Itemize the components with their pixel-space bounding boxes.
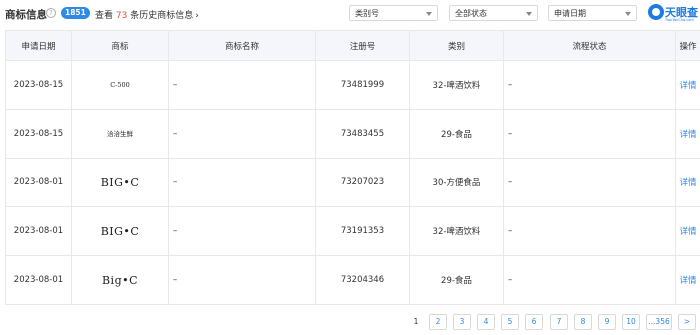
date-cell: 2023-08-01 — [5, 255, 72, 305]
trademark-image[interactable]: 洽洽生鲜 — [71, 108, 169, 159]
count-badge: 1851 — [61, 7, 90, 19]
name-cell: – — [168, 157, 316, 208]
section-title: 商标信息 — [5, 9, 47, 21]
trademark-table: 申请日期 商标 商标名称 注册号 类别 流程状态 操作 2023-08-15 C… — [5, 30, 700, 305]
date-cell: 2023-08-15 — [5, 108, 72, 159]
status-cell: – — [503, 108, 676, 159]
reg-number-cell: 73204346 — [315, 255, 410, 305]
table-row: 2023-08-01 BIG•C – 73191353 32-啤酒饮料 – 详情 — [5, 206, 700, 257]
category-cell: 29-食品 — [409, 255, 504, 305]
date-cell: 2023-08-01 — [5, 157, 72, 208]
name-cell: – — [168, 108, 316, 159]
column-header-name: 商标名称 — [168, 30, 316, 61]
category-filter-label: 类别号 — [355, 9, 379, 18]
status-filter-select[interactable]: 全部状态 — [449, 5, 538, 21]
reg-number-cell: 73191353 — [315, 206, 410, 257]
page-5-button[interactable]: 5 — [501, 314, 519, 330]
trademark-text: Big•C — [101, 273, 139, 287]
trademark-text: C-500 — [110, 80, 130, 89]
date-cell: 2023-08-15 — [5, 60, 72, 110]
page-10-button[interactable]: 10 — [622, 314, 640, 330]
trademark-image[interactable]: BIG•C — [71, 206, 169, 257]
logo-icon — [648, 4, 664, 20]
category-filter-select[interactable]: 类别号 — [349, 5, 438, 21]
category-cell: 29-食品 — [409, 108, 504, 159]
column-header-mark: 商标 — [71, 30, 169, 61]
caret-down-icon — [625, 12, 631, 16]
column-header-op: 操作 — [675, 30, 700, 61]
status-cell: – — [503, 157, 676, 208]
table-row: 2023-08-01 Big•C – 73204346 29-食品 – 详情 — [5, 255, 700, 305]
table-header-row: 申请日期 商标 商标名称 注册号 类别 流程状态 操作 — [5, 30, 700, 61]
status-cell: – — [503, 60, 676, 110]
page-2-button[interactable]: 2 — [429, 314, 447, 330]
status-cell: – — [503, 206, 676, 257]
page-4-button[interactable]: 4 — [477, 314, 495, 330]
reg-number-cell: 73207023 — [315, 157, 410, 208]
trademark-image[interactable]: Big•C — [71, 255, 169, 305]
date-cell: 2023-08-01 — [5, 206, 72, 257]
trademark-text: BIG•C — [100, 175, 140, 189]
header: 商标信息 ? 1851 查看 73 条历史商标信息 › 类别号 全部状态 申请日期… — [0, 0, 700, 28]
table-row: 2023-08-01 BIG•C – 73207023 30-方便食品 – 详情 — [5, 157, 700, 208]
status-cell: – — [503, 255, 676, 305]
page-7-button[interactable]: 7 — [550, 314, 568, 330]
table-row: 2023-08-15 C-500 – 73481999 32-啤酒饮料 – 详情 — [5, 60, 700, 110]
history-suffix: 条历史商标信息 — [130, 11, 194, 21]
table-row: 2023-08-15 洽洽生鲜 – 73483455 29-食品 – 详情 — [5, 108, 700, 159]
date-filter-label: 申请日期 — [554, 9, 586, 18]
trademark-image[interactable]: BIG•C — [71, 157, 169, 208]
detail-link[interactable]: 详情 — [679, 130, 696, 140]
detail-cell: 详情 — [675, 255, 700, 305]
column-header-date[interactable]: 申请日期 — [5, 30, 72, 61]
name-cell: – — [168, 255, 316, 305]
tianyancha-logo: 天眼查 TianYanCha.com — [648, 3, 700, 25]
detail-link[interactable]: 详情 — [679, 81, 696, 91]
name-cell: – — [168, 60, 316, 110]
category-cell: 30-方便食品 — [409, 157, 504, 208]
detail-cell: 详情 — [675, 157, 700, 208]
caret-down-icon — [526, 12, 532, 16]
caret-down-icon — [426, 12, 432, 16]
trademark-image[interactable]: C-500 — [71, 60, 169, 110]
date-filter-select[interactable]: 申请日期 — [548, 5, 637, 21]
detail-cell: 详情 — [675, 108, 700, 159]
detail-link[interactable]: 详情 — [679, 276, 696, 286]
reg-number-cell: 73481999 — [315, 60, 410, 110]
detail-cell: 详情 — [675, 206, 700, 257]
trademark-text: BIG•C — [100, 224, 140, 238]
name-cell: – — [168, 206, 316, 257]
help-icon[interactable]: ? — [46, 8, 56, 18]
detail-cell: 详情 — [675, 60, 700, 110]
page-6-button[interactable]: 6 — [525, 314, 543, 330]
page-9-button[interactable]: 9 — [598, 314, 616, 330]
category-cell: 32-啤酒饮料 — [409, 60, 504, 110]
page-last-button[interactable]: ...356 — [646, 314, 672, 330]
trademark-text: 洽洽生鲜 — [107, 130, 133, 139]
history-prefix: 查看 — [95, 11, 114, 21]
column-header-category: 类别 — [409, 30, 504, 61]
page-8-button[interactable]: 8 — [574, 314, 592, 330]
history-count: 73 — [115, 11, 128, 21]
column-header-status: 流程状态 — [503, 30, 676, 61]
column-header-reg: 注册号 — [315, 30, 410, 61]
status-filter-label: 全部状态 — [455, 9, 487, 18]
reg-number-cell: 73483455 — [315, 108, 410, 159]
next-page-button[interactable]: > — [678, 314, 696, 330]
detail-link[interactable]: 详情 — [679, 178, 696, 188]
history-link[interactable]: 查看 73 条历史商标信息 › — [95, 8, 199, 21]
chevron-right-icon: › — [195, 11, 199, 21]
page-3-button[interactable]: 3 — [453, 314, 471, 330]
page-1-current: 1 — [407, 314, 425, 330]
category-cell: 32-啤酒饮料 — [409, 206, 504, 257]
detail-link[interactable]: 详情 — [679, 227, 696, 237]
logo-subtext: TianYanCha.com — [665, 18, 694, 22]
